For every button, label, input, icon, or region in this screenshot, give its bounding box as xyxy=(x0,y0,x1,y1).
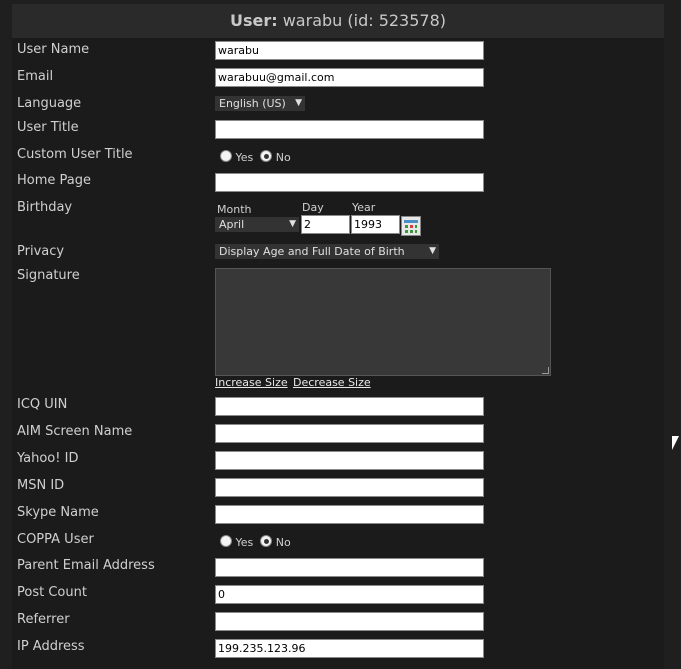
coppa-no-radio[interactable] xyxy=(260,535,273,547)
chevron-down-icon: ▼ xyxy=(289,219,296,229)
language-value: English (US) xyxy=(219,97,286,110)
resize-handle-icon[interactable] xyxy=(542,367,549,374)
birthday-month-label: Month xyxy=(217,203,252,216)
user-name-input[interactable]: warabu xyxy=(215,41,484,60)
email-input[interactable]: warabuu@gmail.com xyxy=(215,68,484,87)
coppa-yes-radio[interactable] xyxy=(220,535,232,547)
birthday-label: Birthday xyxy=(17,200,73,215)
yahoo-input[interactable] xyxy=(215,451,484,470)
referrer-input[interactable] xyxy=(215,612,484,631)
aim-label: AIM Screen Name xyxy=(17,424,133,439)
language-select[interactable]: English (US) ▼ xyxy=(215,96,305,111)
birthday-day-label: Day xyxy=(302,201,324,214)
calendar-icon[interactable] xyxy=(401,216,421,236)
privacy-value: Display Age and Full Date of Birth xyxy=(219,245,405,258)
coppa-no-label: No xyxy=(275,536,291,549)
chevron-down-icon: ▼ xyxy=(429,246,436,256)
custom-title-no-label: No xyxy=(275,151,291,164)
msn-input[interactable] xyxy=(215,478,484,497)
user-title-input[interactable] xyxy=(215,120,484,139)
coppa-radios: Yes No xyxy=(220,535,291,549)
birthday-month-value: April xyxy=(219,218,245,231)
coppa-yes-label: Yes xyxy=(235,536,254,549)
referrer-label: Referrer xyxy=(17,612,70,627)
birthday-day-input[interactable]: 2 xyxy=(301,215,350,234)
parent-email-input[interactable] xyxy=(215,558,484,577)
user-edit-panel: User: warabu (id: 523578) User Name wara… xyxy=(12,4,664,669)
chevron-down-icon: ▼ xyxy=(295,98,302,108)
aim-input[interactable] xyxy=(215,424,484,443)
ip-address-label: IP Address xyxy=(17,639,85,654)
signature-label: Signature xyxy=(17,268,80,283)
user-title-label: User Title xyxy=(17,120,79,135)
custom-title-yes-radio[interactable] xyxy=(220,150,232,162)
home-page-input[interactable] xyxy=(215,173,484,192)
custom-title-no-radio[interactable] xyxy=(260,150,273,162)
privacy-select[interactable]: Display Age and Full Date of Birth ▼ xyxy=(215,244,439,259)
decrease-size-link[interactable]: Decrease Size xyxy=(293,376,371,389)
increase-size-link[interactable]: Increase Size xyxy=(215,376,288,389)
birthday-month-select[interactable]: April ▼ xyxy=(215,217,299,232)
custom-title-yes-label: Yes xyxy=(235,151,254,164)
icq-label: ICQ UIN xyxy=(17,397,68,412)
user-name-label: User Name xyxy=(17,42,90,57)
skype-input[interactable] xyxy=(215,505,484,524)
privacy-label: Privacy xyxy=(17,244,65,259)
email-label: Email xyxy=(17,69,54,84)
signature-textarea[interactable] xyxy=(215,268,551,376)
msn-label: MSN ID xyxy=(17,478,65,493)
mouse-pointer-icon xyxy=(672,436,679,450)
language-label: Language xyxy=(17,96,82,111)
home-page-label: Home Page xyxy=(17,173,91,188)
custom-user-title-radios: Yes No xyxy=(220,150,291,164)
coppa-label: COPPA User xyxy=(17,532,94,547)
ip-address-input[interactable]: 199.235.123.96 xyxy=(215,639,484,658)
title-prefix: User: xyxy=(229,11,278,30)
page-title: User: warabu (id: 523578) xyxy=(12,4,664,38)
title-user: warabu (id: 523578) xyxy=(282,11,447,30)
post-count-label: Post Count xyxy=(17,585,87,600)
post-count-input[interactable]: 0 xyxy=(215,585,484,604)
birthday-year-label: Year xyxy=(352,201,376,214)
birthday-year-input[interactable]: 1993 xyxy=(351,215,400,234)
yahoo-label: Yahoo! ID xyxy=(17,451,79,466)
icq-input[interactable] xyxy=(215,397,484,416)
custom-user-title-label: Custom User Title xyxy=(17,147,133,162)
parent-email-label: Parent Email Address xyxy=(17,558,155,573)
skype-label: Skype Name xyxy=(17,505,99,520)
